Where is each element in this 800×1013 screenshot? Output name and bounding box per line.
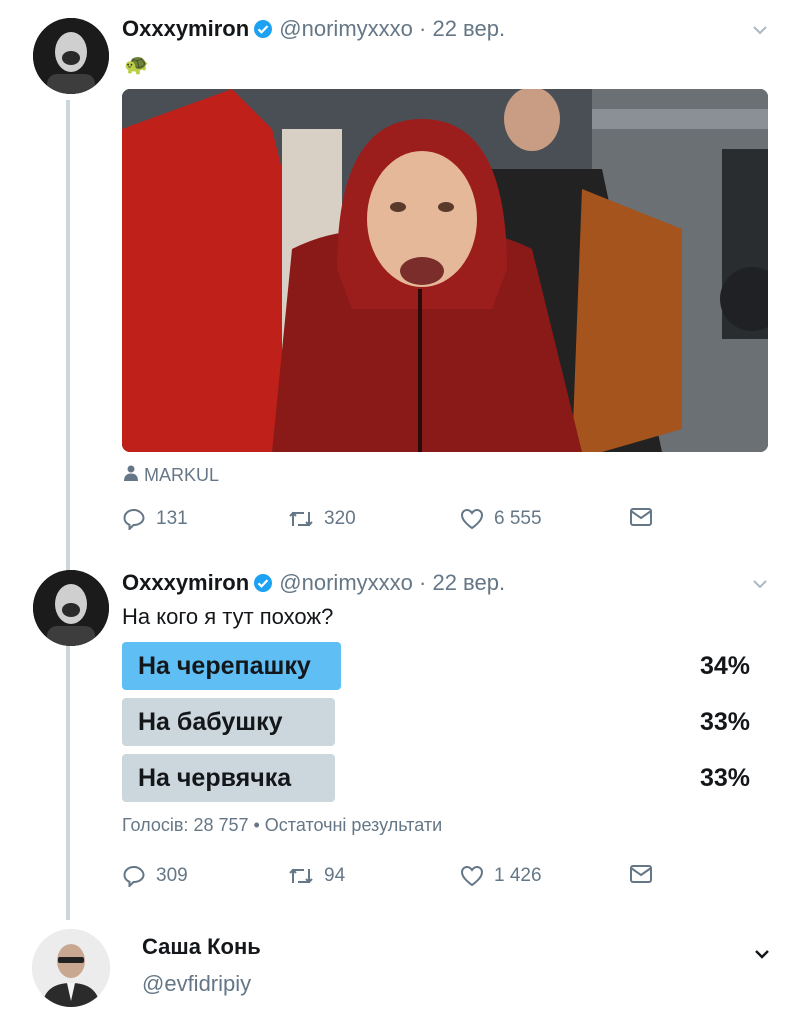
author-name[interactable]: Oxxxymiron	[122, 16, 249, 41]
separator-dot: ·	[419, 570, 427, 595]
tweet-header: Oxxxymiron @norimyxxxo · 22 вер.	[122, 570, 505, 599]
poll-option: На черепашку 34%	[122, 642, 750, 690]
tweet-text: На кого я тут похож?	[122, 604, 334, 629]
chevron-down-icon[interactable]	[752, 22, 768, 38]
reply-icon	[122, 865, 146, 887]
avatar[interactable]	[33, 18, 109, 94]
reply-button[interactable]: 131	[122, 508, 188, 530]
verified-badge-icon	[253, 573, 273, 599]
turtle-emoji: 🐢	[124, 54, 149, 76]
dm-button[interactable]	[630, 508, 652, 526]
chevron-down-icon[interactable]	[752, 576, 768, 592]
dm-icon	[630, 508, 652, 526]
avatar[interactable]	[33, 570, 109, 646]
separator-dot: ·	[419, 16, 427, 41]
retweet-icon	[288, 509, 314, 529]
like-button[interactable]: 6 555	[460, 508, 542, 530]
retweet-button[interactable]: 94	[288, 865, 345, 887]
dm-button[interactable]	[630, 865, 652, 883]
tweet-date[interactable]: 22 вер.	[432, 570, 505, 595]
retweet-icon	[288, 866, 314, 886]
retweet-button[interactable]: 320	[288, 508, 356, 530]
poll-option-label: На черепашку	[138, 652, 311, 680]
poll-option-label: На бабушку	[138, 708, 283, 736]
poll-option-percent: 34%	[699, 652, 750, 680]
like-icon	[460, 865, 484, 887]
author-handle[interactable]: @evfidripiy	[142, 971, 251, 997]
verified-badge-icon	[253, 19, 273, 45]
like-icon	[460, 508, 484, 530]
poll-option: На бабушку 33%	[122, 698, 750, 746]
person-icon	[124, 465, 138, 486]
poll-meta: Голосів: 28 757 • Остаточні результати	[122, 815, 443, 835]
poll-option-percent: 33%	[699, 708, 750, 736]
poll-option-percent: 33%	[699, 764, 750, 792]
chevron-down-icon[interactable]	[754, 946, 770, 962]
retweet-count: 320	[324, 508, 356, 529]
tweet-photo[interactable]	[122, 89, 768, 452]
reply-count: 309	[156, 865, 188, 886]
reply-icon	[122, 508, 146, 530]
like-count: 6 555	[494, 508, 542, 529]
like-count: 1 426	[494, 865, 542, 886]
dm-icon	[630, 865, 652, 883]
retweet-count: 94	[324, 865, 346, 886]
tweet-actions: 131 320 6 555	[122, 508, 662, 534]
thread-line	[66, 100, 70, 920]
poll-option-label: На червячка	[138, 764, 292, 792]
photo-credit[interactable]: MARKUL	[124, 465, 219, 486]
tweet-header: Oxxxymiron @norimyxxxo · 22 вер.	[122, 16, 505, 45]
tweet-actions: 309 94 1 426	[122, 865, 662, 891]
like-button[interactable]: 1 426	[460, 865, 542, 887]
poll-option: На червячка 33%	[122, 754, 750, 802]
reply-count: 131	[156, 508, 188, 529]
author-handle[interactable]: @norimyxxxo	[279, 16, 413, 41]
author-name[interactable]: Oxxxymiron	[122, 570, 249, 595]
author-handle[interactable]: @norimyxxxo	[279, 570, 413, 595]
photo-credit-name: MARKUL	[144, 465, 220, 485]
tweet-date[interactable]: 22 вер.	[432, 16, 505, 41]
author-name[interactable]: Саша Конь	[142, 934, 261, 960]
reply-button[interactable]: 309	[122, 865, 188, 887]
avatar[interactable]	[32, 929, 110, 1007]
